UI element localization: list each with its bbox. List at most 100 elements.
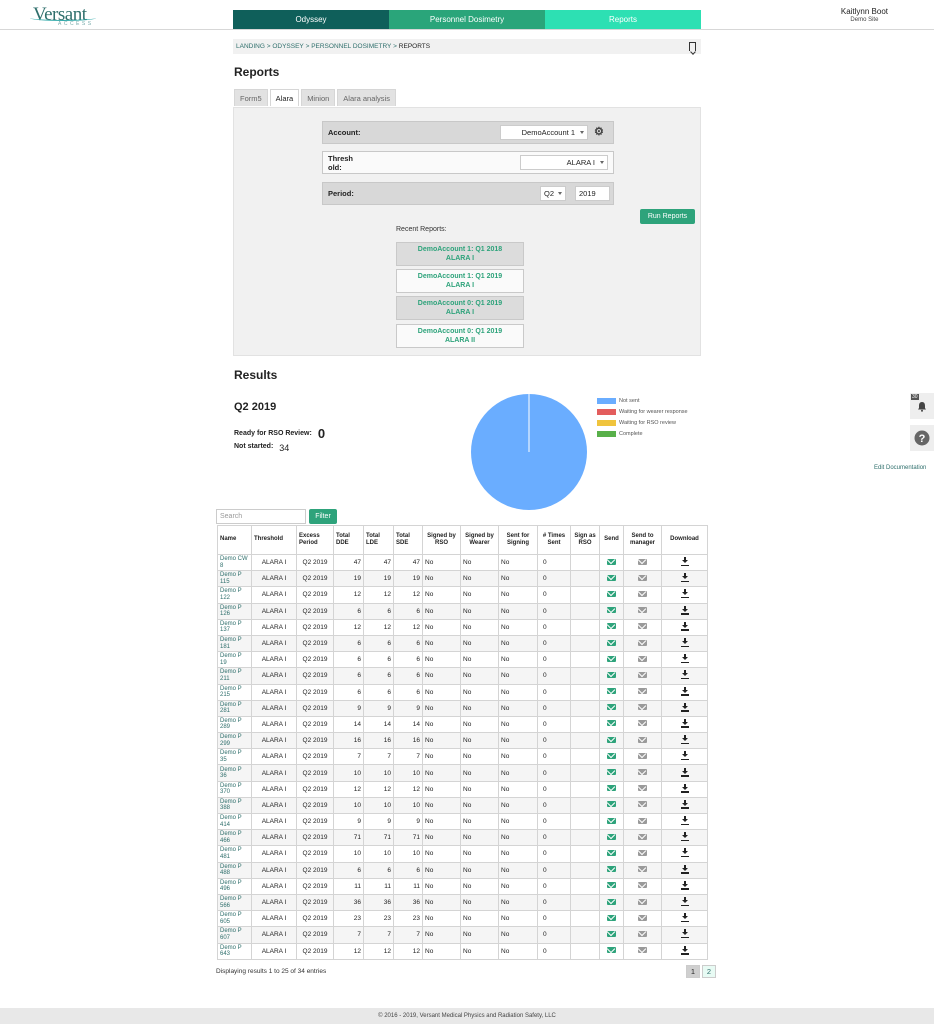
send-mail-icon[interactable] bbox=[607, 849, 616, 856]
sign-as-rso-cell[interactable] bbox=[570, 910, 600, 928]
bookmark-icon[interactable] bbox=[689, 42, 696, 51]
row-name-link[interactable]: Demo P 607 bbox=[217, 926, 252, 944]
filter-button[interactable]: Filter bbox=[309, 509, 337, 524]
send-to-manager-mail-icon[interactable] bbox=[638, 590, 647, 597]
download-icon[interactable] bbox=[680, 702, 689, 712]
download-icon[interactable] bbox=[680, 718, 689, 728]
sign-as-rso-cell[interactable] bbox=[570, 715, 600, 734]
tab-minion[interactable]: Minion bbox=[301, 89, 336, 106]
sign-as-rso-cell[interactable] bbox=[570, 748, 600, 766]
send-mail-icon[interactable] bbox=[607, 769, 616, 776]
download-icon[interactable] bbox=[680, 799, 689, 809]
send-to-manager-mail-icon[interactable] bbox=[638, 752, 647, 759]
send-mail-icon[interactable] bbox=[607, 720, 616, 727]
send-to-manager-mail-icon[interactable] bbox=[638, 898, 647, 905]
sign-as-rso-cell[interactable] bbox=[570, 942, 600, 960]
column-header[interactable]: Total LDE bbox=[363, 525, 394, 555]
download-icon[interactable] bbox=[680, 767, 689, 777]
breadcrumb-landing[interactable]: LANDING bbox=[236, 43, 265, 50]
row-name-link[interactable]: Demo P 36 bbox=[217, 764, 252, 782]
send-mail-icon[interactable] bbox=[607, 688, 616, 695]
row-name-link[interactable]: Demo P 215 bbox=[217, 683, 252, 701]
edit-documentation-link[interactable]: Edit Documentation bbox=[874, 465, 926, 471]
recent-report-button[interactable]: DemoAccount 1: Q1 2019 ALARA I bbox=[396, 269, 524, 293]
sign-as-rso-cell[interactable] bbox=[570, 780, 600, 798]
send-mail-icon[interactable] bbox=[607, 671, 616, 678]
send-mail-icon[interactable] bbox=[607, 898, 616, 905]
sign-as-rso-cell[interactable] bbox=[570, 553, 600, 572]
sign-as-rso-cell[interactable] bbox=[570, 602, 600, 620]
sign-as-rso-cell[interactable] bbox=[570, 732, 600, 750]
row-name-link[interactable]: Demo P 566 bbox=[217, 893, 252, 912]
send-to-manager-mail-icon[interactable] bbox=[638, 930, 647, 937]
account-select[interactable]: DemoAccount 1 bbox=[500, 125, 588, 140]
row-name-link[interactable]: Demo P 281 bbox=[217, 699, 252, 717]
send-to-manager-mail-icon[interactable] bbox=[638, 720, 647, 727]
download-icon[interactable] bbox=[680, 605, 689, 615]
send-mail-icon[interactable] bbox=[607, 623, 616, 630]
send-to-manager-mail-icon[interactable] bbox=[638, 655, 647, 662]
breadcrumb-personnel-dosimetry[interactable]: PERSONNEL DOSIMETRY bbox=[311, 43, 391, 50]
run-reports-button[interactable]: Run Reports bbox=[640, 209, 695, 224]
row-name-link[interactable]: Demo CW 8 bbox=[217, 553, 252, 572]
recent-report-button[interactable]: DemoAccount 0: Q1 2019 ALARA II bbox=[396, 324, 524, 348]
send-mail-icon[interactable] bbox=[607, 930, 616, 937]
send-mail-icon[interactable] bbox=[607, 736, 616, 743]
send-to-manager-mail-icon[interactable] bbox=[638, 671, 647, 678]
download-icon[interactable] bbox=[680, 638, 689, 648]
download-icon[interactable] bbox=[680, 880, 689, 890]
send-mail-icon[interactable] bbox=[607, 947, 616, 954]
download-icon[interactable] bbox=[680, 913, 689, 923]
quarter-select[interactable]: Q2 bbox=[540, 186, 566, 201]
row-name-link[interactable]: Demo P 122 bbox=[217, 586, 252, 604]
notifications-panel[interactable]: 30 bbox=[910, 393, 934, 419]
send-to-manager-mail-icon[interactable] bbox=[638, 639, 647, 646]
sign-as-rso-cell[interactable] bbox=[570, 845, 600, 863]
breadcrumb-odyssey[interactable]: ODYSSEY bbox=[272, 43, 303, 50]
sign-as-rso-cell[interactable] bbox=[570, 926, 600, 944]
column-header[interactable]: Name bbox=[217, 525, 252, 555]
row-name-link[interactable]: Demo P 211 bbox=[217, 667, 252, 685]
column-header[interactable]: Threshold bbox=[251, 525, 297, 555]
row-name-link[interactable]: Demo P 19 bbox=[217, 651, 252, 669]
send-to-manager-mail-icon[interactable] bbox=[638, 882, 647, 889]
download-icon[interactable] bbox=[680, 929, 689, 939]
help-panel[interactable]: ? bbox=[910, 425, 934, 451]
page-button-1[interactable]: 1 bbox=[686, 965, 700, 978]
send-mail-icon[interactable] bbox=[607, 574, 616, 581]
row-name-link[interactable]: Demo P 35 bbox=[217, 748, 252, 766]
column-header[interactable]: Sent for Signing bbox=[498, 525, 538, 555]
download-icon[interactable] bbox=[680, 686, 689, 696]
tab-alara-analysis[interactable]: Alara analysis bbox=[337, 89, 396, 106]
send-to-manager-mail-icon[interactable] bbox=[638, 801, 647, 808]
column-header[interactable]: Sign as RSO bbox=[570, 525, 600, 555]
sign-as-rso-cell[interactable] bbox=[570, 764, 600, 782]
row-name-link[interactable]: Demo P 115 bbox=[217, 570, 252, 588]
column-header[interactable]: Excess Period bbox=[296, 525, 334, 555]
row-name-link[interactable]: Demo P 488 bbox=[217, 861, 252, 879]
row-name-link[interactable]: Demo P 299 bbox=[217, 732, 252, 750]
nav-personnel-dosimetry[interactable]: Personnel Dosimetry bbox=[389, 10, 545, 29]
gear-icon[interactable]: ⚙ bbox=[594, 127, 605, 138]
threshold-select[interactable]: ALARA I bbox=[520, 155, 608, 170]
download-icon[interactable] bbox=[680, 654, 689, 664]
download-icon[interactable] bbox=[680, 945, 689, 955]
send-to-manager-mail-icon[interactable] bbox=[638, 623, 647, 630]
send-to-manager-mail-icon[interactable] bbox=[638, 914, 647, 921]
send-mail-icon[interactable] bbox=[607, 914, 616, 921]
download-icon[interactable] bbox=[680, 621, 689, 631]
column-header[interactable]: Download bbox=[661, 525, 708, 555]
send-mail-icon[interactable] bbox=[607, 607, 616, 614]
send-mail-icon[interactable] bbox=[607, 785, 616, 792]
row-name-link[interactable]: Demo P 466 bbox=[217, 829, 252, 847]
send-to-manager-mail-icon[interactable] bbox=[638, 769, 647, 776]
send-to-manager-mail-icon[interactable] bbox=[638, 704, 647, 711]
send-to-manager-mail-icon[interactable] bbox=[638, 785, 647, 792]
nav-odyssey[interactable]: Odyssey bbox=[233, 10, 389, 29]
send-mail-icon[interactable] bbox=[607, 655, 616, 662]
row-name-link[interactable]: Demo P 126 bbox=[217, 602, 252, 620]
download-icon[interactable] bbox=[680, 573, 689, 583]
download-icon[interactable] bbox=[680, 670, 689, 680]
send-to-manager-mail-icon[interactable] bbox=[638, 817, 647, 824]
send-to-manager-mail-icon[interactable] bbox=[638, 558, 647, 565]
